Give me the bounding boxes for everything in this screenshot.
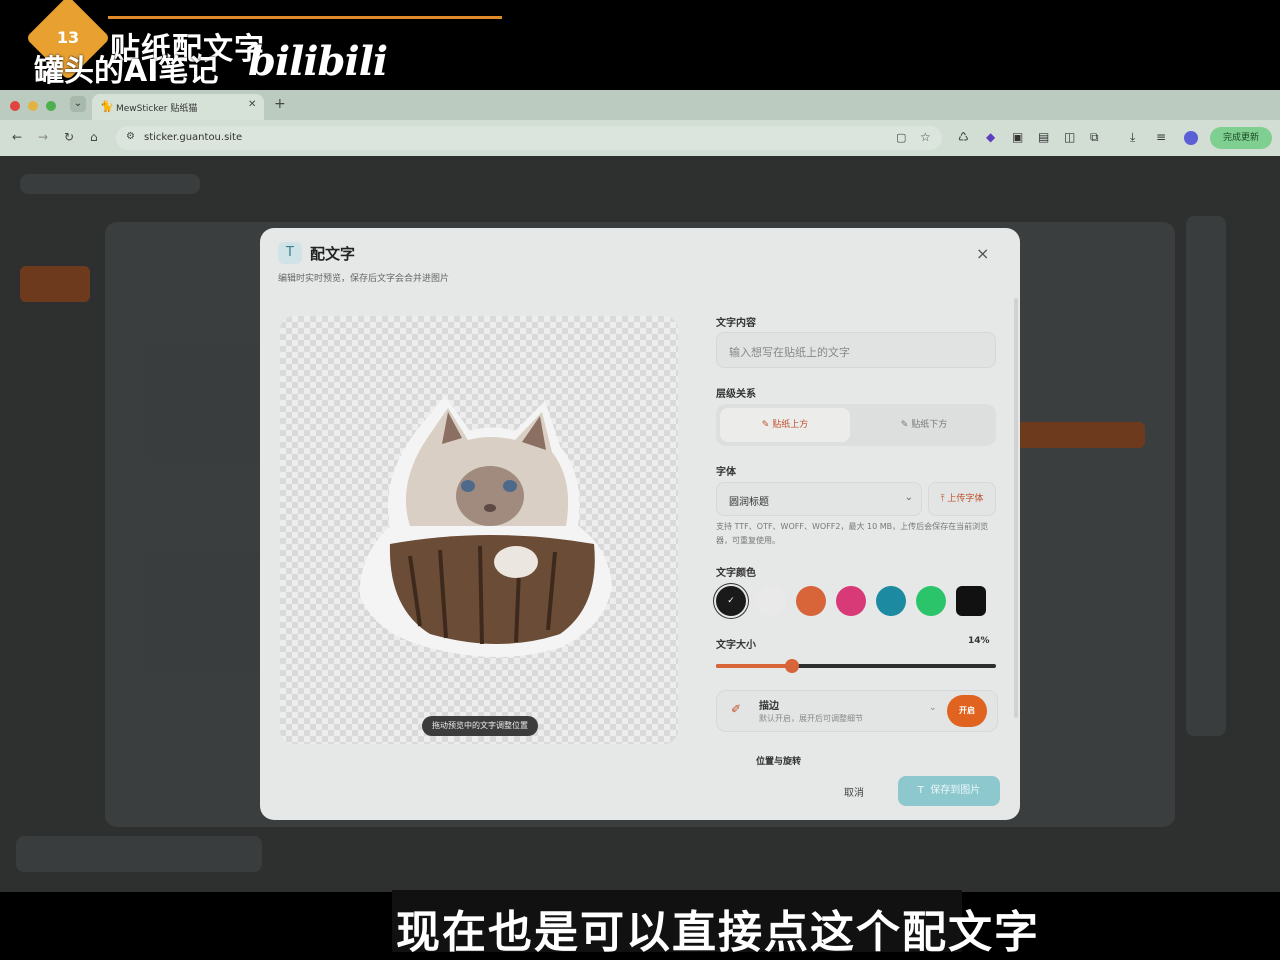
text-content-placeholder: 输入想写在贴纸上的文字: [729, 346, 850, 359]
browser-tab[interactable]: 🐈 MewSticker 贴纸猫 ✕: [92, 94, 264, 120]
cancel-button[interactable]: 取消: [844, 784, 864, 799]
sticker-thumb-ghost: [145, 342, 265, 462]
home-icon[interactable]: ⌂: [90, 130, 98, 144]
sticker-thumb-ghost: [145, 552, 265, 672]
text-content-label: 文字内容: [716, 318, 756, 329]
url-text: sticker.guantou.site: [144, 132, 243, 143]
font-hint: 支持 TTF、OTF、WOFF、WOFF2，最大 10 MB，上传后会保存在当前…: [716, 522, 989, 545]
tab-list-button[interactable]: ⌄: [70, 96, 86, 112]
upload-font-label: 上传字体: [947, 494, 984, 504]
stroke-title: 描边: [759, 701, 779, 712]
tab-bar: ⌄ 🐈 MewSticker 贴纸猫 ✕ +: [0, 90, 1280, 120]
page-nav-ghost: [20, 266, 90, 302]
cat-icon: 🐈: [100, 100, 114, 113]
font-label: 字体: [716, 467, 736, 478]
maximize-window-button[interactable]: [46, 101, 56, 111]
layer-below-button[interactable]: ✎ 贴纸下方: [858, 408, 990, 442]
download-icon[interactable]: ⤓: [1130, 130, 1135, 145]
scrollbar[interactable]: [1014, 298, 1018, 718]
episode-number: 13: [56, 28, 80, 47]
slider-thumb[interactable]: [784, 659, 799, 673]
media-icon[interactable]: ≡: [1156, 130, 1166, 144]
page-footer-ghost: [16, 836, 262, 872]
page-header-ghost: [20, 174, 200, 194]
slider-fill: [716, 664, 792, 668]
text-icon: T: [278, 242, 302, 264]
text-size-value: 14%: [968, 636, 990, 646]
color-swatch-orange[interactable]: [796, 586, 826, 616]
minimize-window-button[interactable]: [28, 101, 38, 111]
stroke-description: 默认开启，展开后可调整细节: [759, 714, 863, 723]
bookmark-star-icon[interactable]: ☆: [920, 130, 931, 144]
dialog-title: 配文字: [310, 245, 356, 263]
bilibili-logo: bilibili: [248, 38, 388, 85]
stroke-settings-card[interactable]: ✐ 描边 默认开启，展开后可调整细节 ⌄ 开启: [716, 690, 998, 732]
text-size-label: 文字大小: [716, 640, 756, 651]
save-label: 保存到图片: [930, 785, 981, 796]
stroke-toggle[interactable]: 开启: [947, 695, 987, 727]
color-swatch-teal[interactable]: [876, 586, 906, 616]
new-tab-button[interactable]: +: [274, 96, 286, 112]
address-bar[interactable]: ⚙ sticker.guantou.site ▢ ☆: [116, 126, 942, 150]
close-window-button[interactable]: [10, 101, 20, 111]
extension-icon[interactable]: ◫: [1064, 130, 1075, 144]
update-button[interactable]: 完成更新: [1210, 127, 1272, 149]
font-select-value: 圆润标题: [729, 497, 769, 508]
drag-hint-pill: 拖动预览中的文字调整位置: [422, 716, 538, 736]
layer-label: 层级关系: [716, 389, 756, 400]
upload-font-button[interactable]: ⤒ 上传字体: [928, 482, 996, 516]
text-icon: T: [917, 785, 924, 796]
font-select[interactable]: 圆润标题 ⌄: [716, 482, 922, 516]
color-swatch-pink[interactable]: [836, 586, 866, 616]
action-button-ghost: [1005, 422, 1145, 448]
chevron-down-icon[interactable]: ⌄: [929, 703, 937, 713]
back-icon[interactable]: ←: [12, 130, 22, 144]
pen-icon: ✐: [731, 702, 742, 716]
profile-avatar[interactable]: [1184, 131, 1198, 145]
sticker-preview[interactable]: 拖动预览中的文字调整位置: [280, 316, 678, 744]
dialog-subtitle: 编辑时实时预览，保存后文字会合并进图片: [278, 274, 450, 284]
extension-icon[interactable]: ▣: [1012, 130, 1023, 144]
browser-chrome: ⌄ 🐈 MewSticker 贴纸猫 ✕ + ← → ↻ ⌂ ⚙ sticker…: [0, 90, 1280, 156]
add-text-dialog: T 配文字 编辑时实时预览，保存后文字会合并进图片 × 拖动预览中的文字调整位置…: [260, 228, 1020, 820]
tab-title: MewSticker 贴纸猫: [116, 104, 198, 114]
cast-icon[interactable]: ▢: [896, 131, 906, 144]
layer-below-label: 贴纸下方: [911, 420, 948, 430]
video-subtitle: 现在也是可以直接点这个配文字: [392, 890, 1038, 958]
extension-icon[interactable]: ♺: [958, 130, 969, 144]
puzzle-icon[interactable]: ⧉: [1090, 130, 1099, 145]
close-icon[interactable]: ×: [976, 244, 989, 263]
reload-icon[interactable]: ↻: [64, 130, 74, 144]
custom-color-swatch[interactable]: [956, 586, 986, 616]
navigation-bar: ← → ↻ ⌂ ⚙ sticker.guantou.site ▢ ☆ ♺ ◆ ▣…: [0, 120, 1280, 156]
channel-name: 罐头的AI笔记: [34, 54, 219, 89]
text-color-label: 文字颜色: [716, 568, 756, 579]
text-content-input[interactable]: 输入想写在贴纸上的文字: [716, 332, 996, 368]
color-swatch-black-selected[interactable]: ✓: [716, 586, 746, 616]
color-swatch-green[interactable]: [916, 586, 946, 616]
subtitle-text: 现在也是可以直接点这个配文字: [396, 907, 1040, 958]
save-to-image-button[interactable]: T 保存到图片: [898, 776, 1000, 806]
forward-icon[interactable]: →: [38, 130, 48, 144]
close-tab-icon[interactable]: ✕: [248, 99, 256, 110]
cat-sticker-image: [359, 396, 612, 657]
title-underline: [108, 16, 502, 19]
color-swatch-white[interactable]: [756, 586, 786, 616]
layer-above-label: 贴纸上方: [772, 420, 809, 430]
page-side-ghost: [1186, 216, 1226, 736]
chevron-down-icon: ⌄: [904, 492, 913, 503]
extension-icon[interactable]: ▤: [1038, 130, 1049, 144]
text-size-slider[interactable]: [716, 659, 996, 673]
extension-icon[interactable]: ◆: [986, 130, 995, 144]
position-rotation-label: 位置与旋转: [756, 757, 802, 767]
layer-above-button[interactable]: ✎ 贴纸上方: [720, 408, 850, 442]
layer-toggle-group: ✎ 贴纸上方 ✎ 贴纸下方: [716, 404, 996, 446]
site-info-icon[interactable]: ⚙: [126, 131, 135, 142]
